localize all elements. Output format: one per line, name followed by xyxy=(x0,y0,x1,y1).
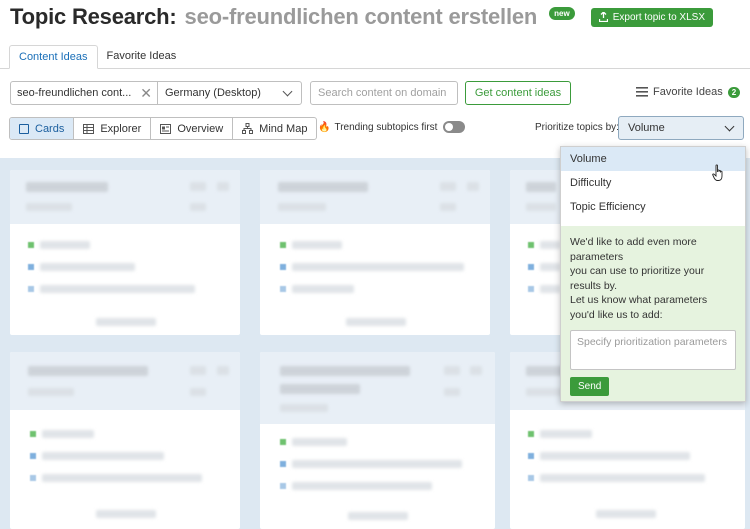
topic-card[interactable] xyxy=(10,352,240,529)
favorite-count-badge: 2 xyxy=(727,86,741,98)
page-title: Topic Research: xyxy=(10,4,177,29)
prioritize-select[interactable]: Volume xyxy=(618,116,744,140)
view-mind-map-label: Mind Map xyxy=(259,122,308,135)
tab-content-ideas[interactable]: Content Ideas xyxy=(9,45,98,69)
favorite-ideas-link[interactable]: Favorite Ideas 2 xyxy=(636,86,741,98)
export-icon xyxy=(598,12,608,22)
overview-icon xyxy=(160,123,172,134)
view-overview-label: Overview xyxy=(177,122,224,135)
option-topic-efficiency[interactable]: Topic Efficiency xyxy=(561,195,745,219)
list-icon xyxy=(636,87,648,97)
export-label: Export topic to XLSX xyxy=(612,11,705,23)
chevron-down-icon xyxy=(282,86,293,97)
topic-card[interactable] xyxy=(260,170,490,335)
send-button[interactable]: Send xyxy=(570,377,610,396)
domain-search-input[interactable]: Search content on domain xyxy=(310,81,458,105)
favorite-ideas-label: Favorite Ideas xyxy=(653,86,723,98)
hand-cursor-icon xyxy=(712,164,723,181)
chevron-down-icon xyxy=(724,121,735,132)
view-mind-map[interactable]: Mind Map xyxy=(233,118,316,139)
feedback-placeholder: Specify prioritization parameters xyxy=(577,336,727,348)
new-badge: new xyxy=(549,6,575,20)
search-placeholder: Search content on domain xyxy=(318,87,447,99)
topic-card[interactable] xyxy=(260,352,495,529)
prioritize-label: Prioritize topics by: xyxy=(535,122,619,133)
table-icon xyxy=(83,123,95,134)
keyword-value: seo-freundlichen cont... xyxy=(17,87,132,99)
get-ideas-label: Get content ideas xyxy=(474,87,562,99)
feedback-panel: We'd like to add even more parameters yo… xyxy=(561,226,745,401)
view-cards-label: Cards xyxy=(35,122,65,135)
country-value: Germany (Desktop) xyxy=(165,87,261,99)
feedback-textarea[interactable]: Specify prioritization parameters xyxy=(570,330,736,370)
clear-icon[interactable]: ✕ xyxy=(140,85,157,102)
card-header xyxy=(10,170,240,224)
view-overview[interactable]: Overview xyxy=(151,118,234,139)
export-xlsx-button[interactable]: Export topic to XLSX xyxy=(590,7,713,27)
trending-toggle[interactable] xyxy=(443,121,466,133)
card-header xyxy=(10,352,240,410)
get-content-ideas-button[interactable]: Get content ideas xyxy=(465,81,571,105)
main-tabs: Content Ideas Favorite Ideas xyxy=(9,45,185,69)
card-header xyxy=(260,352,495,424)
card-header xyxy=(260,170,490,224)
flame-icon: 🔥 xyxy=(318,121,331,133)
view-explorer-label: Explorer xyxy=(100,122,142,135)
view-cards[interactable]: Cards xyxy=(10,118,75,139)
view-switcher: Cards Explorer Overview Mind Map xyxy=(9,117,318,140)
keyword-input[interactable]: seo-freundlichen cont... ✕ xyxy=(10,81,158,105)
prioritize-dropdown-menu: Volume Difficulty Topic Efficiency We'd … xyxy=(560,146,746,402)
cards-icon xyxy=(19,123,29,134)
country-select[interactable]: Germany (Desktop) xyxy=(157,81,302,105)
feedback-text: We'd like to add even more parameters yo… xyxy=(570,236,708,321)
topic-title: seo-freundlichen content erstellen xyxy=(184,4,538,29)
prioritize-selected: Volume xyxy=(628,122,665,134)
view-explorer[interactable]: Explorer xyxy=(74,118,152,139)
trending-toggle-row: 🔥 Trending subtopics first xyxy=(318,121,466,133)
trending-label: Trending subtopics first xyxy=(334,121,438,133)
topic-card[interactable] xyxy=(10,170,240,335)
tab-favorite-ideas[interactable]: Favorite Ideas xyxy=(98,45,186,69)
page-header: Topic Research: seo-freundlichen content… xyxy=(10,0,713,34)
mind-map-icon xyxy=(242,123,254,134)
